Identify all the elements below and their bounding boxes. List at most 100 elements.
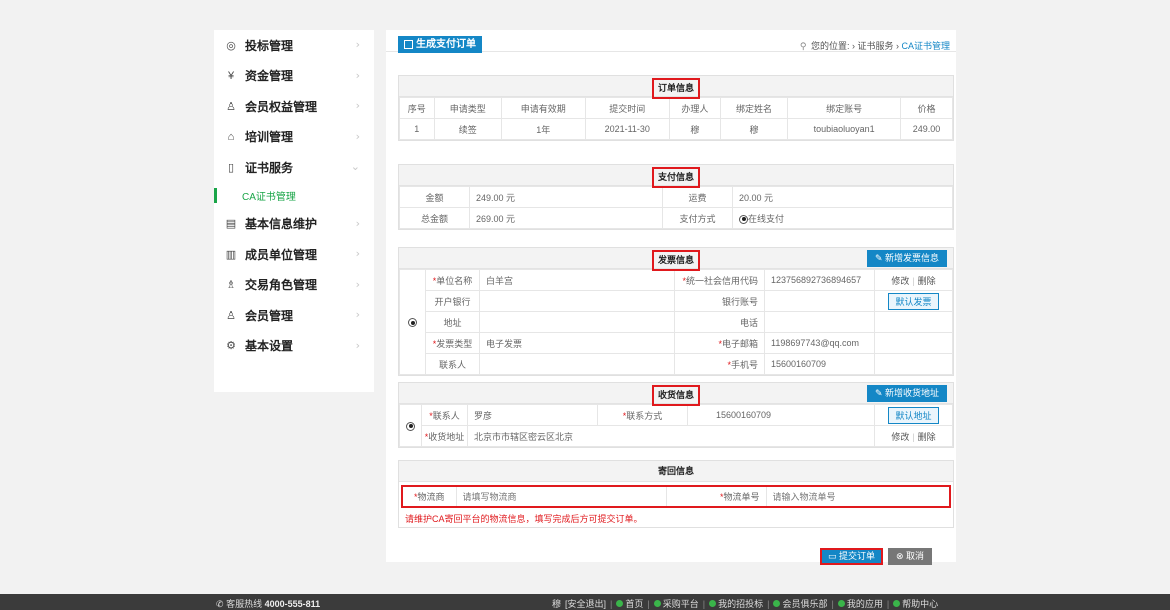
add-address-button[interactable]: ✎ 新增收货地址: [866, 385, 947, 402]
tab-generate-order[interactable]: 生成支付订单: [398, 36, 482, 53]
credit-value: 123756892736894657: [764, 269, 875, 291]
section-title: 寄回信息: [657, 466, 694, 476]
sidebar-item-members[interactable]: ♙ 会员管理 ›: [214, 300, 374, 331]
sidebar-item-member-units[interactable]: ▥ 成员单位管理 ›: [214, 239, 374, 270]
receipt-table: *联系人 罗彦 *联系方式 15600160709 默认地址 *收货地址 北京市…: [399, 404, 953, 447]
yen-icon: ¥: [227, 69, 235, 82]
settings-icon: ⚙: [226, 340, 236, 353]
button-label: 提交订单: [839, 551, 876, 561]
delete-link[interactable]: 删除: [918, 276, 936, 286]
role-icon: ♗: [226, 279, 236, 292]
sidebar-item-label: 成员单位管理: [245, 247, 318, 262]
amount-label: 金额: [399, 186, 470, 208]
sidebar: ◎ 投标管理 › ¥ 资金管理 › ♙ 会员权益管理 › ⌂ 培训管理 › ▯ …: [214, 30, 374, 392]
method-value: 15600160709: [687, 404, 875, 426]
address-radio-cell[interactable]: [399, 404, 422, 447]
default-cell: 默认地址: [874, 404, 953, 426]
total-label: 总金额: [399, 207, 470, 229]
section-title: 收货信息: [651, 385, 700, 406]
sidebar-item-label: 会员管理: [245, 308, 294, 323]
club-icon: [773, 600, 781, 607]
sidebar-item-label: 会员权益管理: [245, 99, 318, 114]
edit-link[interactable]: 修改: [891, 276, 909, 286]
sidebar-item-member-rights[interactable]: ♙ 会员权益管理 ›: [214, 91, 374, 122]
sidebar-item-label: 证书服务: [245, 160, 294, 175]
cart-icon: [653, 600, 661, 607]
table-row: 1 续签 1年 2021-11-30 穆 穆 toubiaoluoyan1 24…: [399, 118, 953, 140]
member-icon: ♙: [226, 100, 236, 113]
breadcrumb: ⚲ 您的位置: › 证书服务 › CA证书管理: [800, 39, 950, 52]
radio-selected-icon[interactable]: [739, 214, 748, 224]
hotline: ✆ 客服热线 4000-555-811: [216, 597, 320, 610]
chevron-down-icon: ⌄: [350, 160, 360, 173]
breadcrumb-prefix: 您的位置:: [810, 41, 850, 51]
table-row: *发票类型 电子发票 *电子邮箱 1198697743@qq.com: [400, 332, 953, 354]
payment-section: 支付信息 金额 249.00 元 运费 20.00 元 总金额 269.00 元…: [398, 164, 954, 230]
tracking-input[interactable]: [772, 491, 949, 502]
email-label: 电子邮箱: [721, 338, 758, 349]
field-label: *统一社会信用代码: [674, 269, 765, 291]
field-label: *物流单号: [665, 485, 767, 508]
default-invoice-button[interactable]: 默认发票: [888, 292, 939, 310]
footer-link-my-bids[interactable]: 我的招投标: [709, 597, 763, 610]
shipping-value: 20.00 元: [732, 186, 953, 208]
notice-text: 请维护CA寄回平台的物流信息，填写完成后方可提交订单。: [405, 514, 643, 524]
logout-link[interactable]: [安全退出]: [565, 597, 606, 610]
table-cell: 穆: [668, 118, 721, 140]
footer-link-apps[interactable]: 我的应用: [837, 597, 883, 610]
column-header: 绑定姓名: [719, 97, 789, 119]
sidebar-item-certificate[interactable]: ▯ 证书服务 ⌄: [214, 152, 374, 183]
payment-method[interactable]: 在线支付: [732, 207, 953, 229]
sidebar-item-label: 交易角色管理: [245, 278, 318, 293]
table-row: *收货地址 北京市市辖区密云区北京 修改 | 删除: [400, 425, 953, 447]
sidebar-item-settings[interactable]: ⚙ 基本设置 ›: [214, 331, 374, 362]
sidebar-subitem-label: CA证书管理: [242, 192, 296, 203]
footer-link-help[interactable]: 帮助中心: [893, 597, 938, 610]
chevron-right-icon: ›: [355, 38, 360, 51]
sidebar-item-basic-info[interactable]: ▤ 基本信息维护 ›: [214, 209, 374, 240]
radio-selected-icon[interactable]: [406, 421, 415, 431]
button-label: 取消: [906, 551, 925, 561]
field-label: *联系人: [421, 404, 468, 426]
field-label: *收货地址: [421, 425, 468, 447]
footer-link-procurement[interactable]: 采购平台: [653, 597, 699, 610]
breadcrumb-current[interactable]: CA证书管理: [901, 41, 950, 51]
help-icon: [893, 600, 901, 607]
sidebar-item-trade-roles[interactable]: ♗ 交易角色管理 ›: [214, 270, 374, 301]
sidebar-item-label: 基本信息维护: [245, 217, 318, 232]
edit-link[interactable]: 修改: [891, 432, 909, 442]
footer-link-club[interactable]: 会员俱乐部: [773, 597, 827, 610]
table-row: 地址 电话: [400, 311, 953, 333]
footer: ✆ 客服热线 4000-555-811 穆 [安全退出] | 首页 | 采购平台…: [0, 594, 1170, 610]
carrier-input[interactable]: [462, 491, 666, 502]
invoice-radio-cell[interactable]: [399, 269, 426, 375]
sidebar-item-bid[interactable]: ◎ 投标管理 ›: [214, 30, 374, 61]
hotline-number: 4000-555-811: [264, 599, 321, 609]
delete-link[interactable]: 删除: [918, 432, 936, 442]
sidebar-item-training[interactable]: ⌂ 培训管理 ›: [214, 122, 374, 153]
method-label: 联系方式: [626, 410, 663, 421]
table-header-row: 序号 申请类型 申请有效期 提交时间 办理人 绑定姓名 绑定账号 价格: [399, 97, 953, 119]
shipping-label: 运费: [662, 186, 733, 208]
table-row: 联系人 *手机号 15600160709: [400, 353, 953, 375]
default-address-button[interactable]: 默认地址: [888, 406, 939, 424]
sidebar-item-funds[interactable]: ¥ 资金管理 ›: [214, 61, 374, 92]
add-invoice-button[interactable]: ✎ 新增发票信息: [866, 250, 947, 267]
table-cell: 249.00: [900, 118, 953, 140]
section-title: 发票信息: [651, 250, 700, 271]
sidebar-subitem-ca-cert[interactable]: CA证书管理: [214, 183, 374, 209]
chevron-right-icon: ›: [355, 99, 360, 112]
cancel-button[interactable]: ⊗ 取消: [888, 548, 933, 565]
column-header: 办理人: [668, 97, 721, 119]
chevron-right-icon: ›: [355, 129, 360, 143]
apps-icon: [837, 600, 845, 607]
amount-value: 249.00 元: [469, 186, 663, 208]
address-label: 收货地址: [428, 431, 465, 442]
certificate-icon: ▯: [227, 161, 235, 174]
breadcrumb-path[interactable]: › 证书服务 ›: [852, 41, 899, 51]
radio-selected-icon[interactable]: [408, 318, 417, 328]
training-icon: ⌂: [227, 130, 235, 143]
submit-order-button[interactable]: ▭ 提交订单: [820, 548, 884, 565]
footer-link-home[interactable]: 首页: [616, 597, 643, 610]
mobile-value: 15600160709: [764, 353, 875, 375]
